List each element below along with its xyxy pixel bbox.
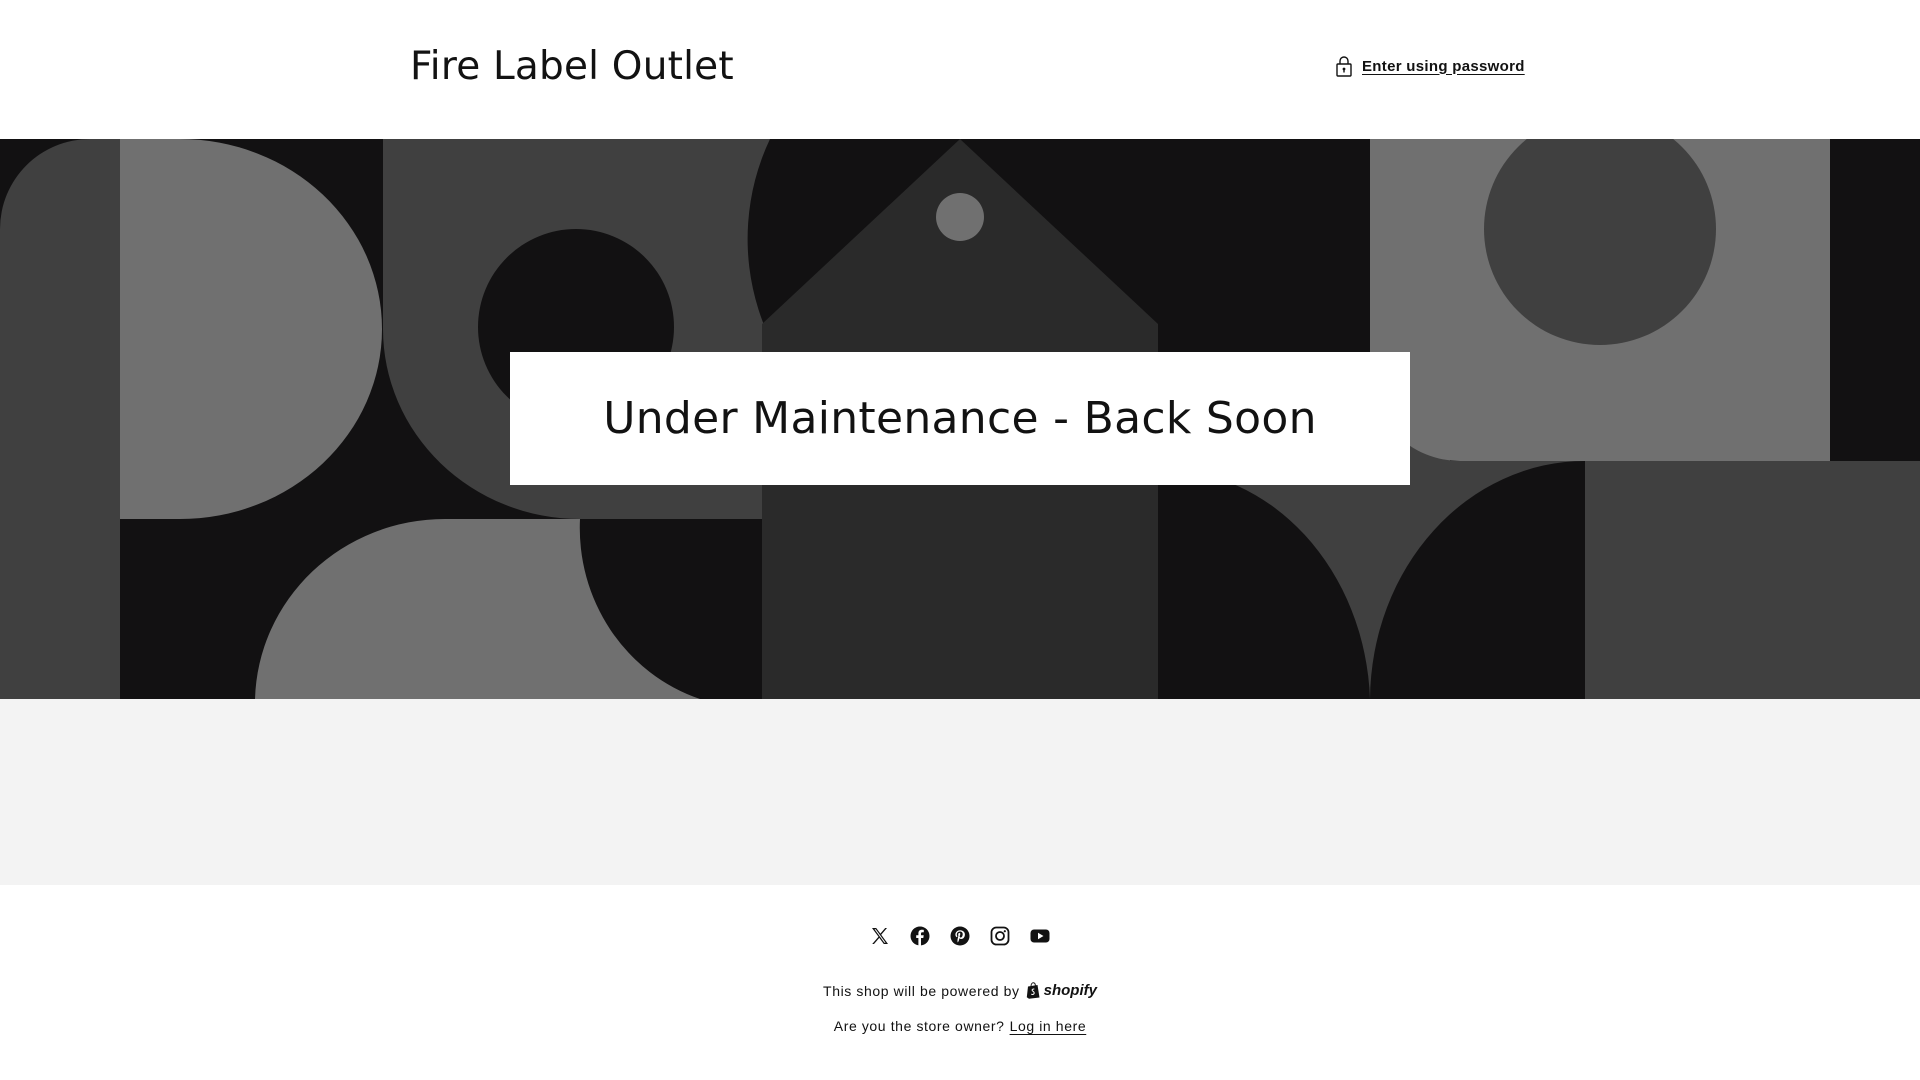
site-header: Fire Label Outlet Enter using password: [0, 0, 1920, 139]
log-in-link[interactable]: Log in here: [1010, 1018, 1087, 1034]
owner-prompt: Are you the store owner?: [833, 1018, 1005, 1034]
enter-password-link[interactable]: Enter using password: [1336, 55, 1525, 77]
social-links: [0, 925, 1920, 947]
shopify-wordmark: shopify: [1043, 982, 1097, 999]
powered-by-text: This shop will be powered by: [823, 982, 1020, 999]
lock-icon: [1336, 56, 1352, 77]
youtube-icon[interactable]: [1029, 925, 1051, 947]
hero-heading: Under Maintenance - Back Soon: [603, 393, 1317, 444]
store-name[interactable]: Fire Label Outlet: [410, 44, 734, 89]
shopify-logo-link[interactable]: shopify: [1026, 982, 1097, 999]
x-twitter-icon[interactable]: [869, 925, 891, 947]
store-owner-line: Are you the store owner? Log in here: [0, 1018, 1920, 1034]
hero-heading-box: Under Maintenance - Back Soon: [510, 352, 1410, 485]
pinterest-icon[interactable]: [949, 925, 971, 947]
site-footer: This shop will be powered by shopify Are…: [0, 885, 1920, 1080]
enter-password-label: Enter using password: [1362, 57, 1525, 75]
content-band: [0, 699, 1920, 885]
shopify-bag-icon: [1026, 982, 1040, 999]
facebook-icon[interactable]: [909, 925, 931, 947]
powered-by-line: This shop will be powered by shopify: [0, 982, 1920, 999]
hero-banner: Under Maintenance - Back Soon: [0, 139, 1920, 699]
instagram-icon[interactable]: [989, 925, 1011, 947]
